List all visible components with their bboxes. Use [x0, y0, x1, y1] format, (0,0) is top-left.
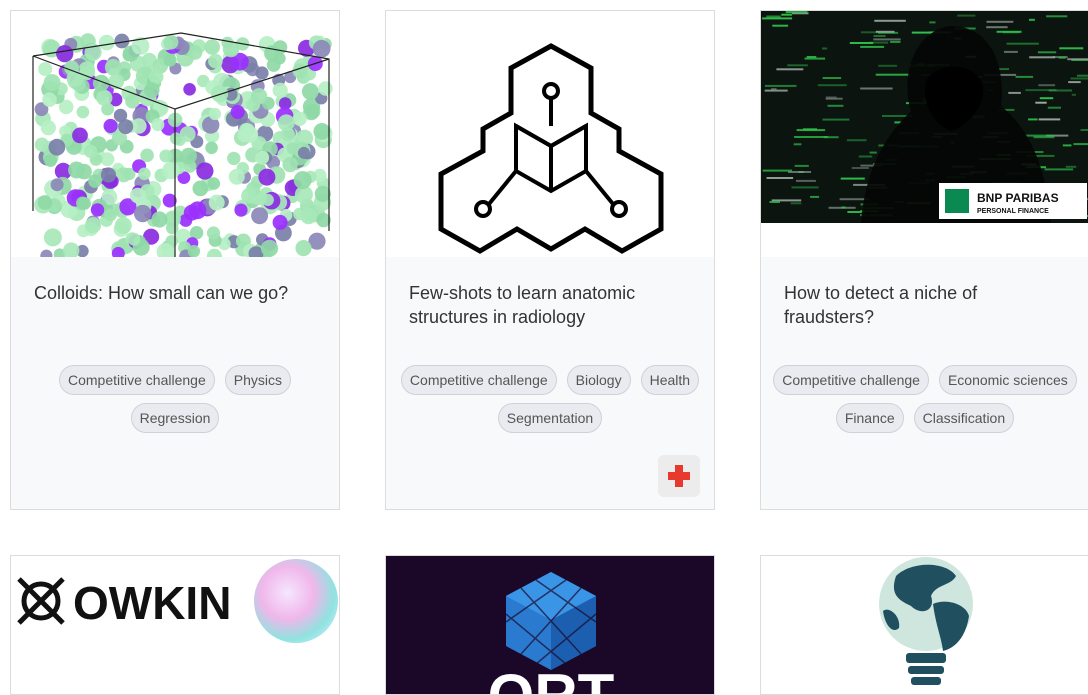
challenge-card[interactable] — [760, 555, 1088, 695]
svg-text:PERSONAL FINANCE: PERSONAL FINANCE — [977, 208, 1049, 215]
card-image — [11, 11, 339, 257]
owkin-logo-icon — [19, 579, 63, 623]
card-title[interactable]: Few-shots to learn anatomic structures i… — [409, 281, 694, 329]
tag[interactable]: Economic sciences — [939, 365, 1077, 395]
tag-list: Competitive challenge Biology Health Seg… — [396, 365, 704, 433]
challenge-card[interactable]: BNP PARIBAS PERSONAL FINANCE How to dete… — [760, 10, 1088, 510]
tag[interactable]: Health — [641, 365, 699, 395]
tag[interactable]: Regression — [131, 403, 220, 433]
card-image: BNP PARIBAS PERSONAL FINANCE — [761, 11, 1088, 257]
bnp-logo-text: BNP PARIBAS — [977, 191, 1059, 205]
orb-icon — [254, 559, 338, 643]
card-title[interactable]: Colloids: How small can we go? — [34, 281, 319, 305]
tag-list: Competitive challenge Physics Regression — [21, 365, 329, 433]
health-badge — [658, 455, 700, 497]
tag[interactable]: Segmentation — [498, 403, 602, 433]
tag[interactable]: Competitive challenge — [773, 365, 929, 395]
card-image — [386, 11, 714, 257]
card-image: QRT — [386, 556, 714, 695]
challenge-card[interactable]: Few-shots to learn anatomic structures i… — [385, 10, 715, 510]
tag[interactable]: Competitive challenge — [59, 365, 215, 395]
tag[interactable]: Classification — [914, 403, 1014, 433]
tag[interactable]: Finance — [836, 403, 904, 433]
globe-lightbulb-icon — [761, 556, 1088, 695]
owkin-wordmark: OWKIN — [73, 577, 231, 629]
medical-cross-icon — [666, 463, 692, 489]
challenge-card[interactable]: OWKIN — [10, 555, 340, 695]
card-image: OWKIN — [11, 556, 339, 695]
tag[interactable]: Physics — [225, 365, 291, 395]
challenge-card[interactable]: QRT — [385, 555, 715, 695]
qrt-wordmark: QRT — [488, 662, 615, 695]
card-title[interactable]: How to detect a niche of fraudsters? — [784, 281, 1069, 329]
tag-list: Competitive challenge Economic sciences … — [771, 365, 1079, 433]
tag[interactable]: Competitive challenge — [401, 365, 557, 395]
challenge-card[interactable]: Colloids: How small can we go? Competiti… — [10, 10, 340, 510]
cube-network-icon — [386, 11, 714, 257]
tag[interactable]: Biology — [567, 365, 631, 395]
card-image — [761, 556, 1088, 695]
